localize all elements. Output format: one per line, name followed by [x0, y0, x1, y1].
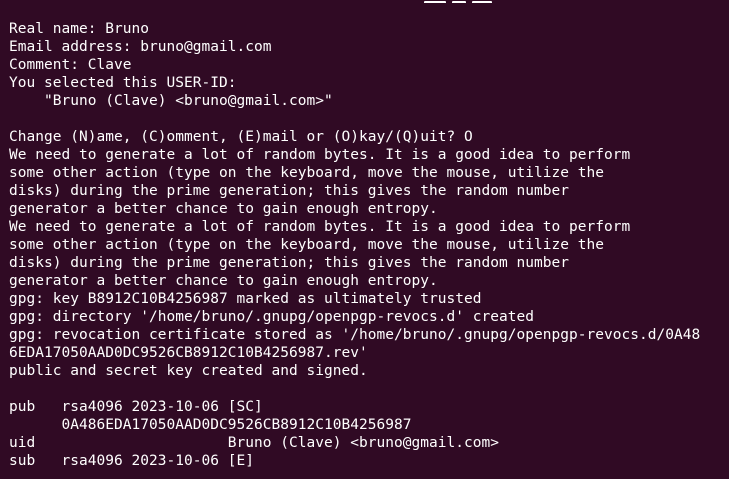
terminal-line: gpg: directory '/home/bruno/.gnupg/openp… [9, 309, 534, 325]
terminal-line: some other action (type on the keyboard,… [9, 237, 604, 253]
terminal-line: gpg: revocation certificate stored as '/… [9, 327, 701, 343]
terminal-line: Email address: bruno@gmail.com [9, 39, 272, 55]
terminal-line: sub rsa4096 2023-10-06 [E] [9, 453, 254, 469]
terminal-line: Real name: Bruno [9, 21, 149, 37]
terminal-line: disks) during the prime generation; this… [9, 183, 569, 199]
terminal-window[interactable]: Real name: Bruno Email address: bruno@gm… [0, 0, 729, 479]
terminal-line: 0A486EDA17050AAD0DC9526CB8912C10B4256987 [9, 417, 412, 433]
terminal-line: Change (N)ame, (C)omment, (E)mail or (O)… [9, 129, 473, 145]
terminal-line: public and secret key created and signed… [9, 363, 368, 379]
terminal-line: gpg: key B8912C10B4256987 marked as ulti… [9, 291, 482, 307]
terminal-line: "Bruno (Clave) <bruno@gmail.com>" [9, 93, 333, 109]
terminal-line: pub rsa4096 2023-10-06 [SC] [9, 399, 263, 415]
terminal-line: Comment: Clave [9, 57, 132, 73]
terminal-line: You selected this USER-ID: [9, 75, 237, 91]
terminal-line: We need to generate a lot of random byte… [9, 147, 631, 163]
terminal-line: We need to generate a lot of random byte… [9, 219, 631, 235]
terminal-line: some other action (type on the keyboard,… [9, 165, 604, 181]
terminal-output[interactable]: Real name: Bruno Email address: bruno@gm… [9, 20, 723, 470]
terminal-line: generator a better chance to gain enough… [9, 201, 438, 217]
terminal-line: disks) during the prime generation; this… [9, 255, 569, 271]
terminal-line: 6EDA17050AAD0DC9526CB8912C10B4256987.rev… [9, 345, 368, 361]
terminal-line: uid Bruno (Clave) <bruno@gmail.com> [9, 435, 499, 451]
terminal-line: generator a better chance to gain enough… [9, 273, 438, 289]
clipped-text-fragment [424, 0, 504, 3]
